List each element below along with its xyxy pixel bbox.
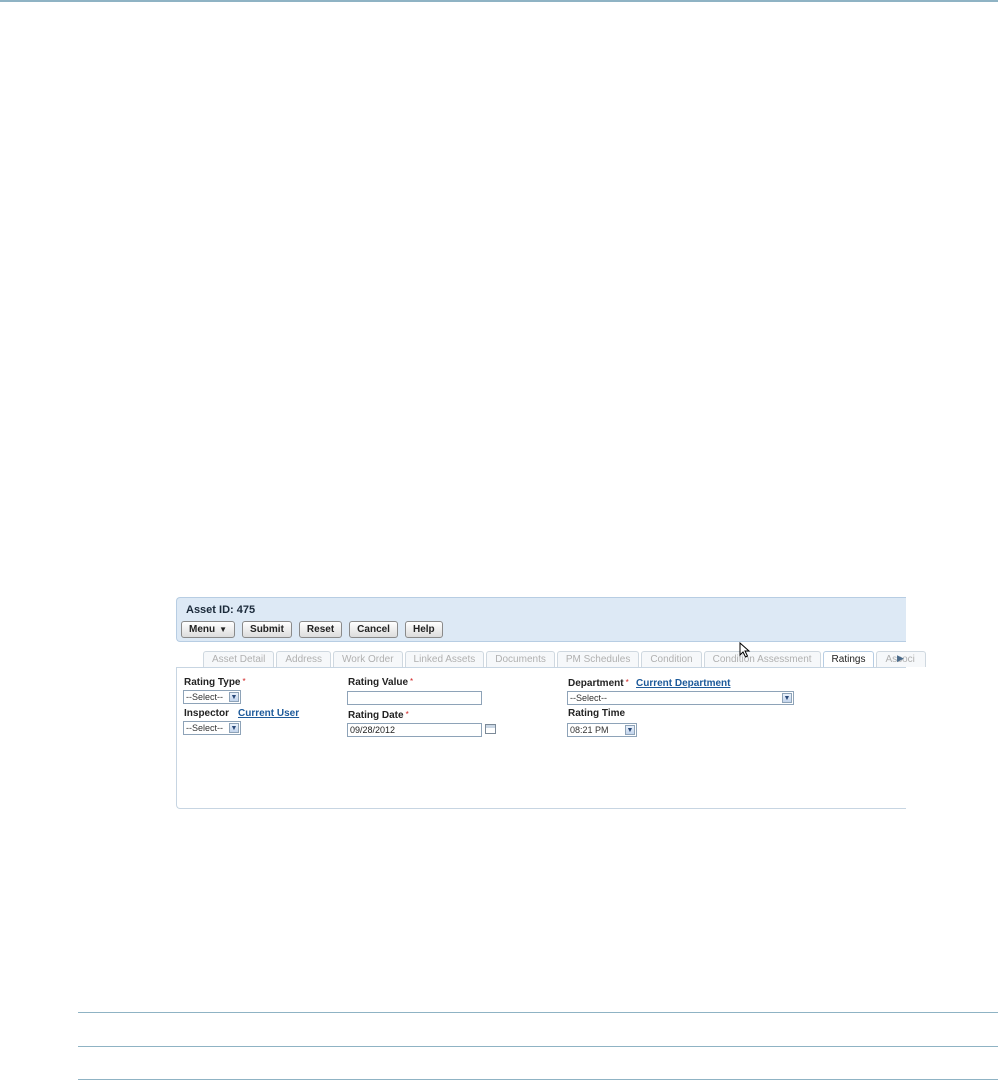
divider	[78, 1046, 998, 1047]
department-label: Department *	[568, 678, 629, 689]
toolbar: Menu ▼ Submit Reset Cancel Help	[181, 621, 443, 638]
tab-asset-detail[interactable]: Asset Detail	[203, 651, 275, 667]
rating-time-label: Rating Time	[568, 708, 626, 719]
current-department-link[interactable]: Current Department	[636, 678, 730, 689]
divider	[78, 1079, 998, 1080]
rating-date-label: Rating Date *	[348, 710, 409, 721]
inspector-select[interactable]: --Select-- ▼	[183, 721, 241, 735]
required-marker: *	[410, 677, 414, 686]
cancel-button[interactable]: Cancel	[349, 621, 398, 638]
ratings-form: Rating Type * --Select-- ▼ Inspector Curr…	[176, 667, 906, 809]
chevron-down-icon: ▼	[625, 725, 635, 735]
chevron-down-icon: ▼	[229, 723, 239, 733]
rating-date-input[interactable]: 09/28/2012	[347, 723, 482, 737]
reset-button[interactable]: Reset	[298, 621, 343, 638]
divider	[78, 1012, 998, 1013]
rating-time-select[interactable]: 08:21 PM ▼	[567, 723, 637, 737]
department-select[interactable]: --Select-- ▼	[567, 691, 794, 705]
tab-address[interactable]: Address	[276, 651, 332, 667]
rating-value-label: Rating Value *	[348, 677, 414, 688]
mouse-pointer-icon	[739, 642, 751, 658]
calendar-icon[interactable]	[485, 724, 496, 734]
page-title: Asset ID: 475	[186, 604, 256, 616]
required-marker: *	[405, 710, 409, 719]
required-marker: *	[242, 677, 246, 686]
menu-button-label: Menu	[189, 624, 216, 635]
tab-pm-schedules[interactable]: PM Schedules	[556, 651, 640, 667]
submit-button[interactable]: Submit	[242, 621, 292, 638]
tab-ratings[interactable]: Ratings	[822, 651, 875, 667]
chevron-down-icon: ▼	[219, 625, 228, 634]
rating-value-input[interactable]	[347, 691, 482, 705]
tab-bar: Asset Detail Address Work Order Linked A…	[203, 651, 927, 667]
tab-linked-assets[interactable]: Linked Assets	[404, 651, 485, 667]
rating-type-label: Rating Type *	[184, 677, 246, 688]
tab-condition[interactable]: Condition	[641, 651, 702, 667]
current-user-link[interactable]: Current User	[238, 708, 299, 719]
tab-work-order[interactable]: Work Order	[333, 651, 403, 667]
top-divider	[0, 0, 998, 2]
tab-condition-assessment[interactable]: Condition Assessment	[703, 651, 821, 667]
help-button[interactable]: Help	[404, 621, 443, 638]
arrow-right-icon[interactable]: ▶	[897, 653, 904, 664]
tab-documents[interactable]: Documents	[486, 651, 555, 667]
required-marker: *	[625, 678, 629, 687]
menu-button[interactable]: Menu ▼	[181, 621, 236, 638]
inspector-label: Inspector	[184, 708, 230, 719]
rating-type-select[interactable]: --Select-- ▼	[183, 690, 241, 704]
chevron-down-icon: ▼	[229, 692, 239, 702]
chevron-down-icon: ▼	[782, 693, 792, 703]
asset-header-panel: Asset ID: 475 Menu ▼ Submit Reset Cancel…	[176, 597, 906, 642]
